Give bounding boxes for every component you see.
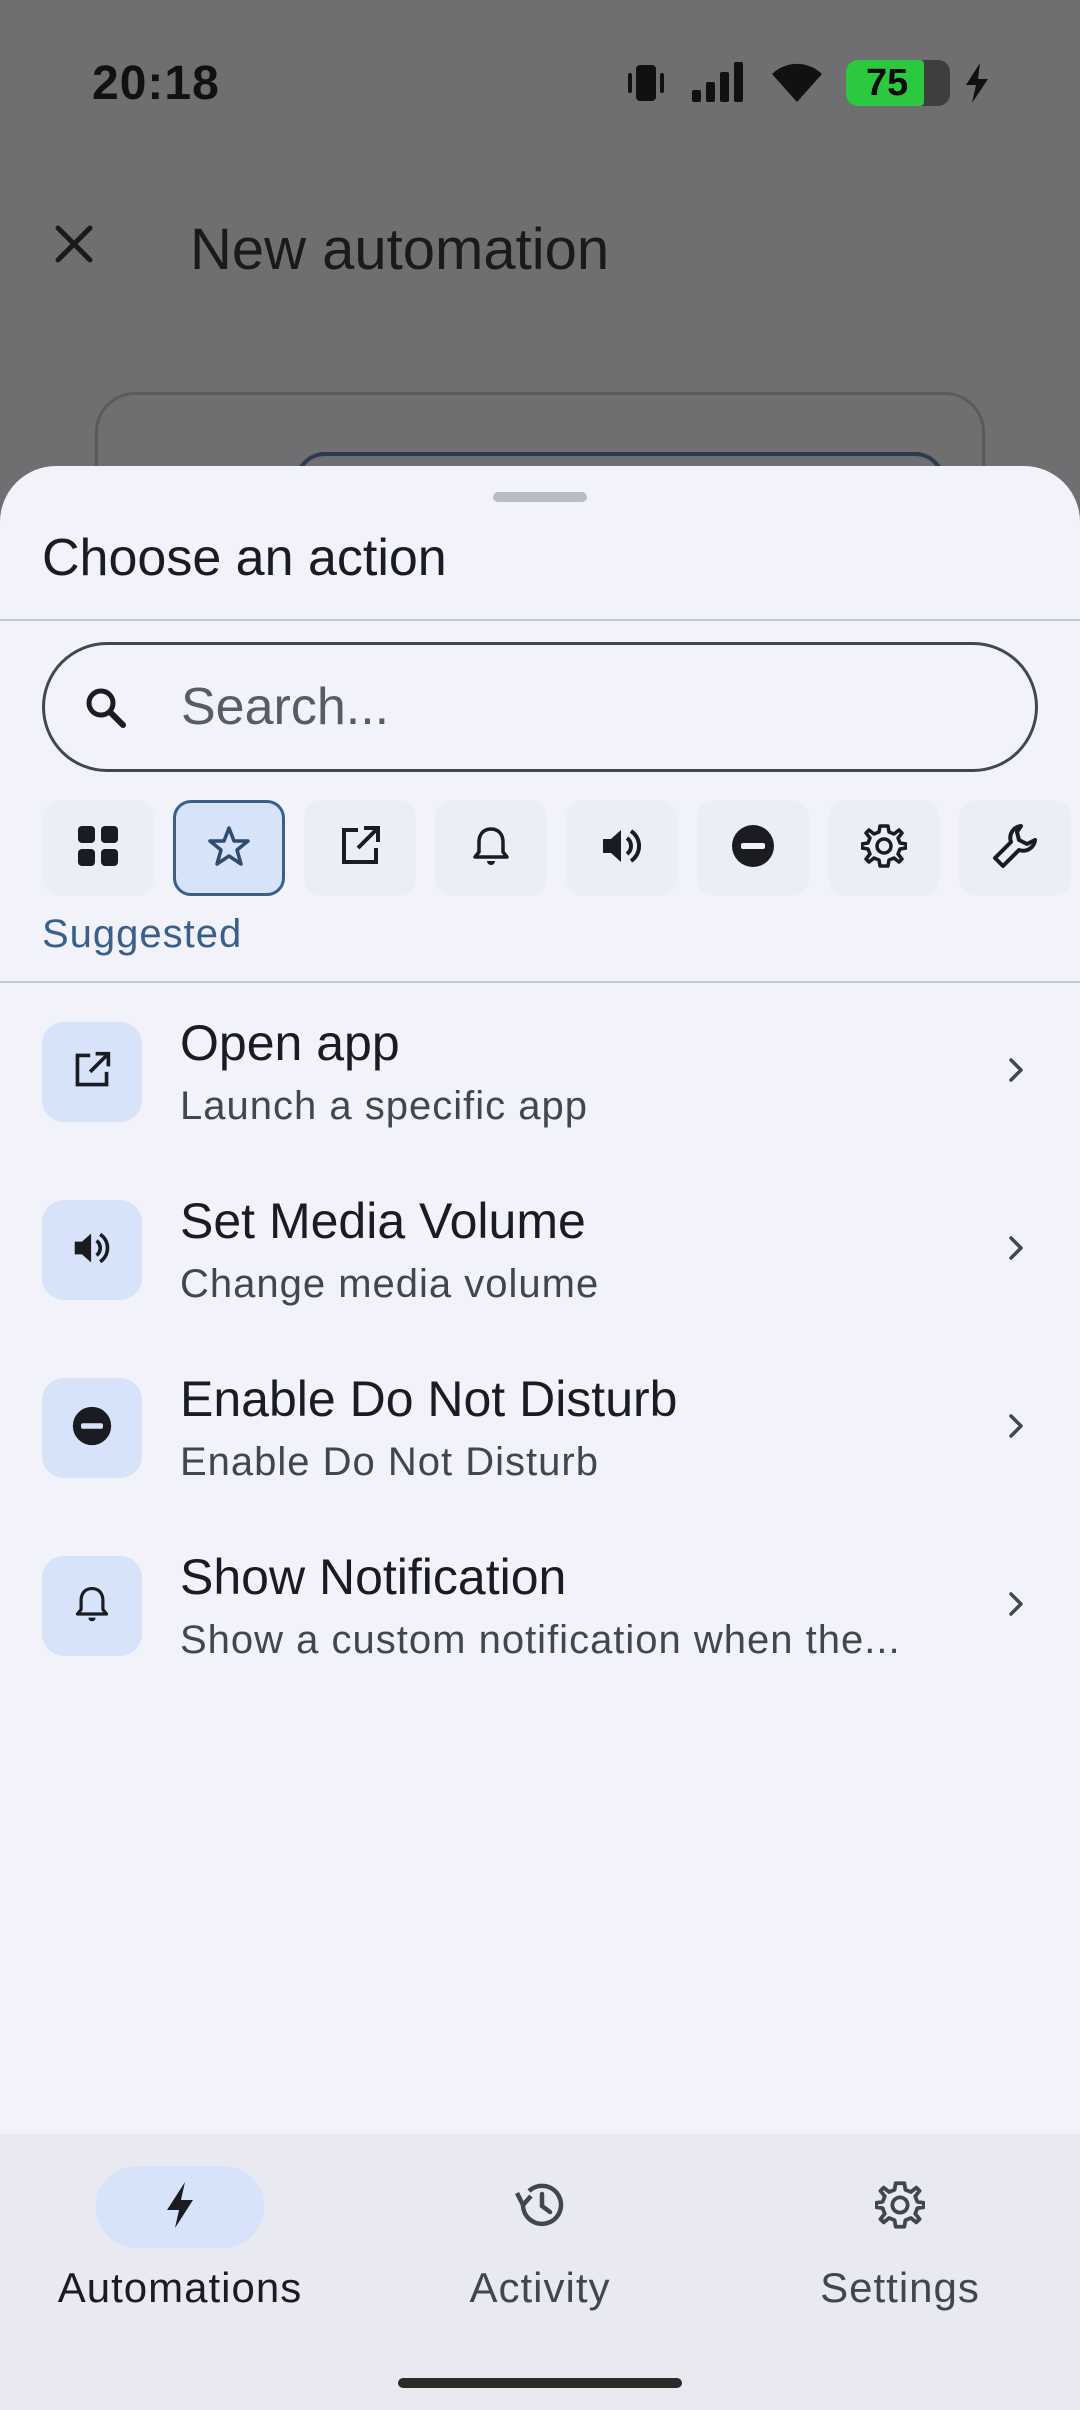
category-system[interactable] xyxy=(828,800,940,896)
do-not-disturb-icon xyxy=(71,1405,113,1452)
divider xyxy=(0,981,1080,983)
volume-icon xyxy=(71,1228,113,1273)
star-icon xyxy=(207,824,251,873)
action-open-app[interactable]: Open app Launch a specific app xyxy=(0,996,1080,1174)
selected-category-label: Suggested xyxy=(42,912,243,956)
gear-icon xyxy=(860,823,908,874)
vibrate-icon xyxy=(624,63,668,103)
close-icon xyxy=(52,222,96,271)
nav-active-indicator xyxy=(96,2166,264,2248)
screen: 20:18 75 New automation Choose an action… xyxy=(0,0,1080,2410)
action-subtitle: Show a custom notification when the... xyxy=(180,1618,901,1662)
open-external-icon xyxy=(72,1050,112,1095)
charging-icon xyxy=(964,63,990,103)
action-title: Set Media Volume xyxy=(180,1193,586,1249)
action-set-media-volume[interactable]: Set Media Volume Change media volume xyxy=(0,1174,1080,1352)
action-icon-container xyxy=(42,1022,142,1122)
wrench-icon xyxy=(991,822,1039,875)
status-time: 20:18 xyxy=(92,57,220,110)
category-notifications[interactable] xyxy=(435,800,547,896)
action-subtitle: Change media volume xyxy=(180,1262,600,1306)
category-apps[interactable] xyxy=(304,800,416,896)
action-bottom-sheet: Choose an action Search... Suggested Ope… xyxy=(0,466,1080,2134)
nav-label: Automations xyxy=(57,2264,303,2311)
grid-icon xyxy=(76,824,120,873)
action-show-notification[interactable]: Show Notification Show a custom notifica… xyxy=(0,1530,1080,1708)
battery-icon: 75 xyxy=(846,60,950,106)
search-field[interactable] xyxy=(42,642,1038,772)
action-subtitle: Launch a specific app xyxy=(180,1084,588,1128)
chevron-right-icon xyxy=(1004,1228,1030,1273)
status-icons: 75 xyxy=(624,60,990,106)
signal-icon xyxy=(690,62,748,104)
chevron-right-icon xyxy=(1004,1050,1030,1095)
chevron-right-icon xyxy=(1004,1406,1030,1451)
action-enable-do-not-disturb[interactable]: Enable Do Not Disturb Enable Do Not Dist… xyxy=(0,1352,1080,1530)
action-title: Open app xyxy=(180,1015,400,1071)
nav-item-settings[interactable]: Settings xyxy=(720,2134,1080,2334)
nav-item-automations[interactable]: Automations xyxy=(0,2134,360,2334)
nav-icon-holder xyxy=(456,2166,624,2248)
category-do-not-disturb[interactable] xyxy=(697,800,809,896)
category-sound[interactable] xyxy=(566,800,678,896)
action-icon-container xyxy=(42,1556,142,1656)
chevron-right-icon xyxy=(1004,1584,1030,1629)
action-subtitle: Enable Do Not Disturb xyxy=(180,1440,599,1484)
action-title: Enable Do Not Disturb xyxy=(180,1371,678,1427)
search-input[interactable] xyxy=(181,645,1001,769)
bottom-navigation: Automations Activity Settings xyxy=(0,2134,1080,2410)
category-tools[interactable] xyxy=(959,800,1071,896)
wifi-icon xyxy=(770,62,824,104)
divider xyxy=(0,619,1080,621)
bolt-icon xyxy=(163,2180,197,2235)
nav-label: Activity xyxy=(469,2264,611,2311)
sheet-title: Choose an action xyxy=(42,529,447,587)
page-title: New automation xyxy=(190,217,610,282)
gear-icon xyxy=(874,2180,926,2235)
home-indicator[interactable] xyxy=(398,2378,682,2388)
battery-level: 75 xyxy=(866,61,909,104)
sheet-drag-handle[interactable] xyxy=(493,492,587,502)
do-not-disturb-icon xyxy=(730,823,776,874)
category-all[interactable] xyxy=(42,800,154,896)
category-filter-row xyxy=(42,800,1080,904)
open-external-icon xyxy=(338,824,382,873)
action-icon-container xyxy=(42,1200,142,1300)
action-title: Show Notification xyxy=(180,1549,567,1605)
nav-item-activity[interactable]: Activity xyxy=(360,2134,720,2334)
app-bar: New automation xyxy=(0,180,1080,310)
category-suggested[interactable] xyxy=(173,800,285,896)
close-button[interactable] xyxy=(42,214,106,278)
nav-label: Settings xyxy=(820,2264,980,2311)
status-bar: 20:18 75 xyxy=(0,0,1080,160)
search-icon xyxy=(83,685,129,736)
nav-icon-holder xyxy=(816,2166,984,2248)
bell-icon xyxy=(72,1584,112,1629)
volume-icon xyxy=(599,824,645,873)
bell-icon xyxy=(469,824,513,873)
action-icon-container xyxy=(42,1378,142,1478)
history-icon xyxy=(513,2179,567,2236)
